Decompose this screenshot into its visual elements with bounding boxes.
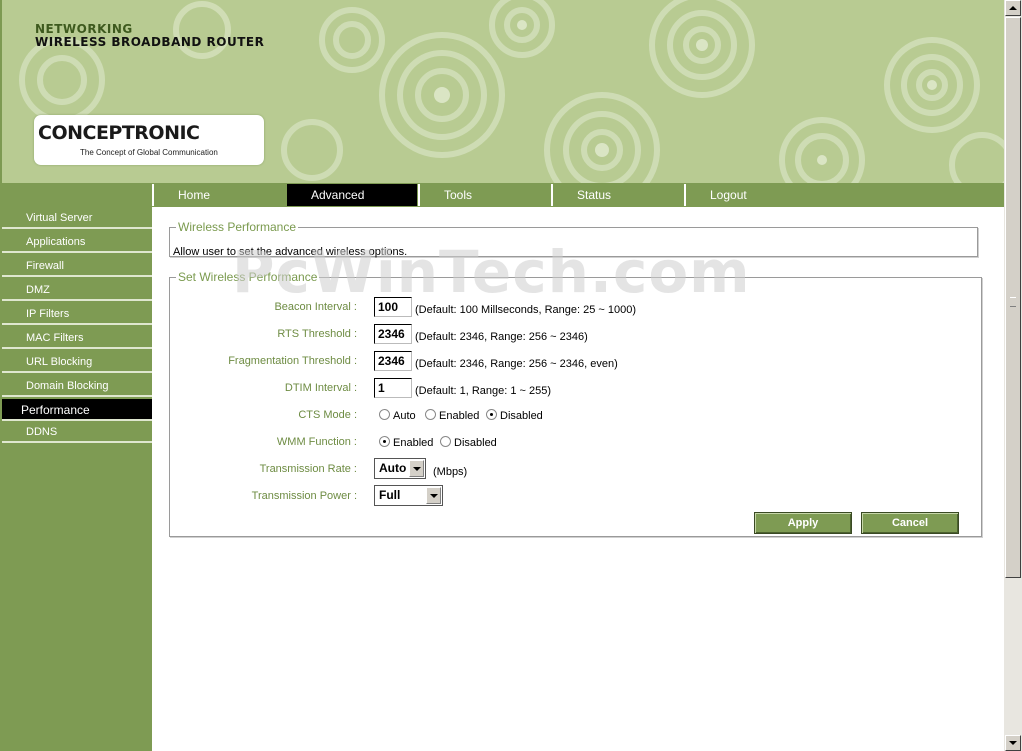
chevron-down-icon[interactable] bbox=[426, 487, 441, 504]
transmission-power-label: Transmission Power : bbox=[251, 490, 357, 502]
sidebar-item-dmz[interactable]: DMZ bbox=[2, 279, 152, 301]
cts-disabled-radio[interactable] bbox=[486, 409, 497, 420]
dtim-interval-input[interactable] bbox=[374, 378, 412, 398]
logo-tagline: The Concept of Global Communication bbox=[80, 148, 218, 157]
beacon-interval-label: Beacon Interval : bbox=[274, 301, 357, 313]
sidebar-item-domain-blocking[interactable]: Domain Blocking bbox=[2, 375, 152, 397]
cts-auto-label: Auto bbox=[393, 410, 416, 422]
tab-status[interactable]: Status bbox=[551, 184, 681, 206]
rts-threshold-input[interactable] bbox=[374, 324, 412, 344]
sidebar-item-ddns[interactable]: DDNS bbox=[2, 421, 152, 443]
beacon-interval-input[interactable] bbox=[374, 297, 412, 317]
scroll-down-icon[interactable] bbox=[1005, 735, 1021, 751]
sidebar-item-mac-filters[interactable]: MAC Filters bbox=[2, 327, 152, 349]
transmission-power-select[interactable]: Full bbox=[374, 485, 443, 506]
panel-title: Wireless Performance bbox=[178, 220, 297, 234]
rts-threshold-label: RTS Threshold : bbox=[277, 328, 357, 340]
wireless-performance-panel: Wireless Performance Allow user to set t… bbox=[169, 220, 978, 258]
scroll-up-icon[interactable] bbox=[1005, 0, 1021, 16]
sidebar-item-performance[interactable]: Performance bbox=[2, 399, 152, 421]
wmm-disabled-radio[interactable] bbox=[440, 436, 451, 447]
cancel-button[interactable]: Cancel bbox=[861, 512, 959, 534]
transmission-rate-label: Transmission Rate : bbox=[259, 463, 357, 475]
sidebar-item-url-blocking[interactable]: URL Blocking bbox=[2, 351, 152, 373]
tab-tools[interactable]: Tools bbox=[418, 184, 548, 206]
main-content: Wireless Performance Allow user to set t… bbox=[152, 207, 1004, 751]
set-wireless-performance-panel: Set Wireless Performance Beacon Interval… bbox=[169, 270, 982, 537]
wmm-enabled-radio[interactable] bbox=[379, 436, 390, 447]
transmission-rate-value: Auto bbox=[379, 461, 407, 475]
tab-home[interactable]: Home bbox=[152, 184, 282, 206]
beacon-interval-hint: (Default: 100 Millseconds, Range: 25 ~ 1… bbox=[415, 304, 637, 316]
sidebar-item-applications[interactable]: Applications bbox=[2, 231, 152, 253]
cts-mode-label: CTS Mode : bbox=[298, 409, 357, 421]
sidebar-item-ip-filters[interactable]: IP Filters bbox=[2, 303, 152, 325]
cts-disabled-label: Disabled bbox=[500, 410, 543, 422]
panel-description: Allow user to set the advanced wireless … bbox=[173, 246, 408, 258]
cts-auto-radio[interactable] bbox=[379, 409, 390, 420]
vertical-scrollbar[interactable] bbox=[1004, 0, 1022, 751]
sidebar-menu: Virtual Server Applications Firewall DMZ… bbox=[0, 207, 152, 751]
dtim-interval-hint: (Default: 1, Range: 1 ~ 255) bbox=[415, 385, 552, 397]
wmm-function-label: WMM Function : bbox=[276, 436, 357, 448]
router-header: NETWORKING WIRELESS BROADBAND ROUTER CON… bbox=[0, 0, 1004, 183]
top-nav: Home Advanced Tools Status Logout bbox=[0, 183, 1004, 207]
transmission-rate-unit: (Mbps) bbox=[433, 466, 468, 478]
tab-advanced[interactable]: Advanced bbox=[287, 184, 417, 206]
wmm-enabled-label: Enabled bbox=[393, 437, 434, 449]
tab-logout[interactable]: Logout bbox=[684, 184, 814, 206]
chevron-down-icon[interactable] bbox=[409, 460, 424, 477]
apply-button[interactable]: Apply bbox=[754, 512, 852, 534]
fragmentation-threshold-hint: (Default: 2346, Range: 256 ~ 2346, even) bbox=[415, 358, 618, 370]
cts-enabled-radio[interactable] bbox=[425, 409, 436, 420]
fragmentation-threshold-label: Fragmentation Threshold : bbox=[228, 355, 357, 367]
cts-enabled-label: Enabled bbox=[439, 410, 480, 422]
transmission-rate-select[interactable]: Auto bbox=[374, 458, 426, 479]
rts-threshold-hint: (Default: 2346, Range: 256 ~ 2346) bbox=[415, 331, 588, 343]
panel-title: Set Wireless Performance bbox=[178, 270, 318, 284]
dtim-interval-label: DTIM Interval : bbox=[284, 382, 357, 394]
browser-viewport: NETWORKING WIRELESS BROADBAND ROUTER CON… bbox=[0, 0, 1004, 751]
logo-name: CONCEPTRONIC bbox=[38, 122, 200, 144]
sidebar-item-virtual-server[interactable]: Virtual Server bbox=[2, 207, 152, 229]
grip-icon bbox=[1010, 297, 1016, 307]
sidebar-item-firewall[interactable]: Firewall bbox=[2, 255, 152, 277]
fragmentation-threshold-input[interactable] bbox=[374, 351, 412, 371]
conceptronic-logo: CONCEPTRONIC The Concept of Global Commu… bbox=[34, 115, 264, 165]
product-category: NETWORKING bbox=[35, 22, 133, 36]
transmission-power-value: Full bbox=[379, 488, 401, 502]
product-name: WIRELESS BROADBAND ROUTER bbox=[35, 35, 265, 49]
scrollbar-thumb[interactable] bbox=[1005, 17, 1021, 578]
wmm-disabled-label: Disabled bbox=[454, 437, 497, 449]
